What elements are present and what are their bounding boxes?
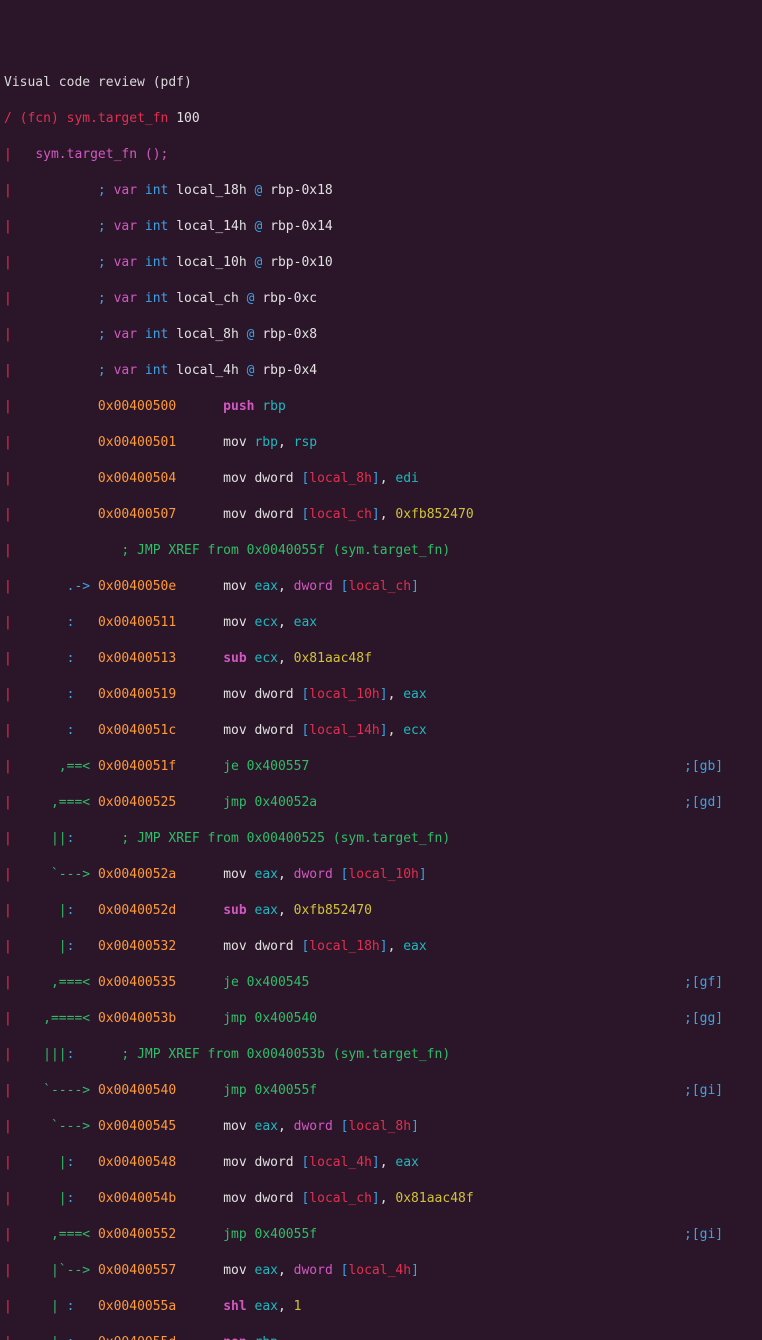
- asm-line: | : 0x00400519 mov dword [local_10h], ea…: [4, 686, 758, 704]
- asm-line: | : 0x00400513 sub ecx, 0x81aac48f: [4, 650, 758, 668]
- xref-tag: ;[gd]: [684, 794, 723, 812]
- asm-line: | |`--> 0x00400557 mov eax, dword [local…: [4, 1262, 758, 1280]
- var-decl: | ; var int local_8h @ rbp-0x8: [4, 326, 758, 344]
- asm-line: | | : 0x0040055a shl eax, 1: [4, 1298, 758, 1316]
- xref-tag: ;[gf]: [684, 974, 723, 992]
- asm-line: | 0x00400501 mov rbp, rsp: [4, 434, 758, 452]
- asm-line: | `---> 0x0040052a mov eax, dword [local…: [4, 866, 758, 884]
- var-decl: | ; var int local_18h @ rbp-0x18: [4, 182, 758, 200]
- asm-line: | |: 0x00400548 mov dword [local_4h], ea…: [4, 1154, 758, 1172]
- asm-line: | 0x00400507 mov dword [local_ch], 0xfb8…: [4, 506, 758, 524]
- xref-tag: ;[gb]: [684, 758, 723, 776]
- asm-line: | ,===< 0x00400552 jmp 0x40055f;[gi]: [4, 1226, 758, 1244]
- var-decl: | ; var int local_ch @ rbp-0xc: [4, 290, 758, 308]
- asm-line: | : 0x0040051c mov dword [local_14h], ec…: [4, 722, 758, 740]
- asm-line: | ,==< 0x0040051f je 0x400557;[gb]: [4, 758, 758, 776]
- asm-line: | |: 0x0040054b mov dword [local_ch], 0x…: [4, 1190, 758, 1208]
- xref-comment: | ||: ; JMP XREF from 0x00400525 (sym.ta…: [4, 830, 758, 848]
- asm-line: | ,===< 0x00400535 je 0x400545;[gf]: [4, 974, 758, 992]
- fcn-header: / (fcn) sym.target_fn 100: [4, 110, 758, 128]
- xref-tag: ;[gi]: [684, 1082, 723, 1100]
- xref-comment: | |||: ; JMP XREF from 0x0040053b (sym.t…: [4, 1046, 758, 1064]
- asm-line: | 0x00400504 mov dword [local_8h], edi: [4, 470, 758, 488]
- asm-line: | | : 0x0040055d pop rbp: [4, 1334, 758, 1340]
- xref-comment: | ; JMP XREF from 0x0040055f (sym.target…: [4, 542, 758, 560]
- var-decl: | ; var int local_14h @ rbp-0x14: [4, 218, 758, 236]
- xref-tag: ;[gg]: [684, 1010, 723, 1028]
- asm-line: | ,===< 0x00400525 jmp 0x40052a;[gd]: [4, 794, 758, 812]
- xref-tag: ;[gi]: [684, 1226, 723, 1244]
- var-decl: | ; var int local_10h @ rbp-0x10: [4, 254, 758, 272]
- fcn-signature: | sym.target_fn ();: [4, 146, 758, 164]
- asm-line: | |: 0x00400532 mov dword [local_18h], e…: [4, 938, 758, 956]
- asm-line: | `---> 0x00400545 mov eax, dword [local…: [4, 1118, 758, 1136]
- asm-line: | : 0x00400511 mov ecx, eax: [4, 614, 758, 632]
- asm-line: | `----> 0x00400540 jmp 0x40055f;[gi]: [4, 1082, 758, 1100]
- title: Visual code review (pdf): [4, 74, 758, 92]
- var-decl: | ; var int local_4h @ rbp-0x4: [4, 362, 758, 380]
- asm-line: | 0x00400500 push rbp: [4, 398, 758, 416]
- asm-line: | ,====< 0x0040053b jmp 0x400540;[gg]: [4, 1010, 758, 1028]
- asm-line: | |: 0x0040052d sub eax, 0xfb852470: [4, 902, 758, 920]
- asm-line: | .-> 0x0040050e mov eax, dword [local_c…: [4, 578, 758, 596]
